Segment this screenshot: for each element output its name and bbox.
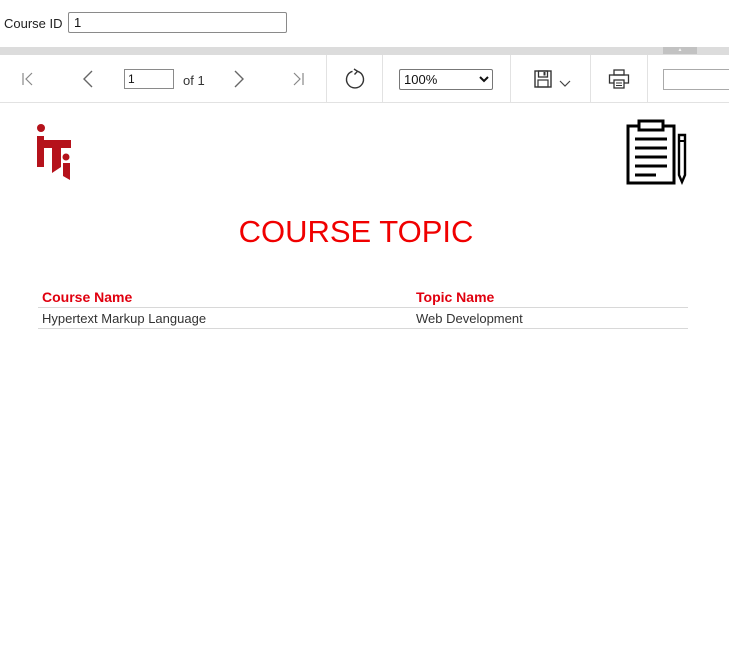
last-page-icon	[293, 72, 304, 85]
first-page-button[interactable]	[14, 55, 42, 102]
parameter-area: Course ID	[0, 0, 729, 47]
first-page-icon	[22, 72, 33, 85]
toolbar-separator	[647, 55, 648, 102]
collapse-parameters-button[interactable]: ▲	[663, 47, 697, 54]
course-id-input[interactable]	[68, 12, 287, 33]
toolbar-separator	[510, 55, 511, 102]
course-id-label: Course ID	[4, 16, 63, 31]
dropdown-chevron-icon	[559, 80, 571, 87]
clipboard-icon	[626, 119, 687, 185]
course-name-cell: Hypertext Markup Language	[38, 307, 412, 329]
parameter-splitter	[0, 47, 729, 55]
next-page-button[interactable]	[225, 55, 253, 102]
table-header-row: Course Name Topic Name	[38, 286, 688, 308]
column-header-course-name: Course Name	[38, 286, 412, 308]
topic-name-cell: Web Development	[412, 307, 688, 329]
previous-page-button[interactable]	[74, 55, 102, 102]
page-count-text: of 1	[183, 73, 205, 88]
export-button[interactable]	[528, 55, 576, 102]
find-text-input[interactable]	[663, 69, 729, 90]
save-icon	[534, 69, 552, 88]
refresh-icon	[345, 67, 365, 89]
current-page-input[interactable]	[124, 69, 174, 89]
report-title: COURSE TOPIC	[238, 214, 474, 249]
report-toolbar: of 1 100%	[0, 55, 729, 103]
print-button[interactable]	[604, 55, 634, 102]
toolbar-separator	[590, 55, 591, 102]
toolbar-separator	[326, 55, 327, 102]
zoom-select[interactable]: 100%	[399, 69, 493, 90]
column-header-topic-name: Topic Name	[412, 286, 688, 308]
table-row: Hypertext Markup Language Web Developmen…	[38, 307, 688, 329]
course-topic-table: Course Name Topic Name Hypertext Markup …	[38, 286, 688, 329]
next-page-icon	[234, 70, 244, 87]
toolbar-separator	[382, 55, 383, 102]
refresh-button[interactable]	[340, 55, 370, 102]
print-icon	[608, 68, 630, 89]
collapse-arrow-icon: ▲	[677, 47, 683, 53]
iti-logo	[37, 124, 71, 180]
last-page-button[interactable]	[284, 55, 312, 102]
previous-page-icon	[83, 70, 93, 87]
